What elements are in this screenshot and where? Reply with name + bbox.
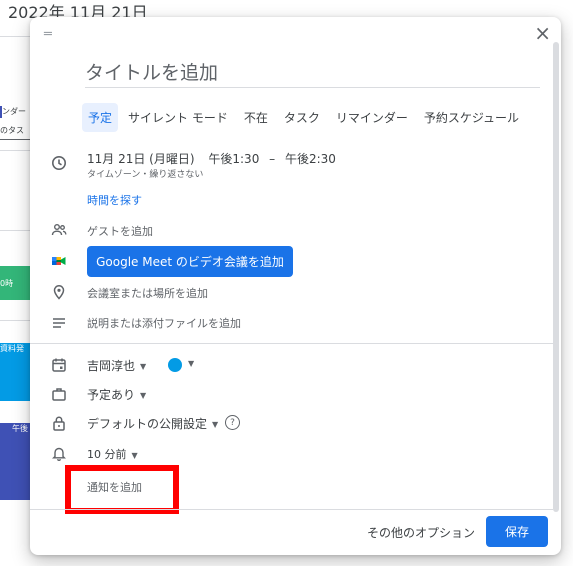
bg-event-indigo[interactable]: 午後 (0, 423, 30, 500)
drag-handle-icon[interactable]: ═ (44, 27, 52, 42)
scrollbar[interactable] (553, 42, 559, 512)
bg-event-blue[interactable]: 資料発 (0, 343, 30, 401)
add-google-meet-button[interactable]: Google Meet のビデオ会議を追加 (87, 246, 293, 277)
calendar-owner-name: 吉岡淳也 (87, 359, 136, 373)
dropdown-arrow-icon: ▼ (140, 391, 147, 400)
tab-appointment-schedule[interactable]: 予約スケジュール (418, 103, 525, 132)
bg-event-task[interactable]: のタス (0, 125, 30, 140)
guests-field[interactable]: ゲストを追加 (87, 223, 153, 239)
event-end-time[interactable]: 午後2:30 (285, 152, 336, 166)
highlight-box (65, 465, 179, 514)
lock-icon (50, 414, 68, 432)
tab-out-of-office[interactable]: 不在 (238, 103, 274, 132)
close-icon[interactable]: × (534, 21, 551, 45)
description-icon (50, 314, 68, 332)
tab-do-not-disturb[interactable]: サイレント モード (122, 103, 234, 132)
calendar-icon (50, 356, 68, 374)
description-field[interactable]: 説明または添付ファイルを追加 (87, 315, 241, 331)
clock-icon (50, 154, 68, 172)
section-divider (30, 343, 553, 344)
footer-divider (30, 509, 553, 510)
calendar-select[interactable]: 吉岡淳也 ▼ (87, 357, 146, 374)
tab-event[interactable]: 予定 (82, 103, 119, 132)
tab-task[interactable]: タスク (278, 103, 326, 132)
event-datetime[interactable]: 11月 21日 (月曜日) 午後1:30 – 午後2:30 (87, 150, 336, 167)
more-options-button[interactable]: その他のオプション (367, 524, 475, 541)
bell-icon (50, 444, 68, 462)
title-input[interactable] (85, 59, 540, 88)
dropdown-arrow-icon: ▼ (212, 420, 219, 429)
availability-select[interactable]: 予定あり ▼ (87, 386, 146, 403)
bg-event-reminder[interactable]: ンダー (0, 106, 32, 118)
visibility-value: デフォルトの公開設定 (87, 417, 208, 431)
dropdown-arrow-icon: ▼ (131, 450, 138, 460)
event-dialog: ═ × 予定 サイレント モード 不在 タスク リマインダー 予約スケジュール … (30, 17, 561, 555)
find-time-link[interactable]: 時間を探す (87, 192, 142, 208)
bg-event-green[interactable]: 0時 (0, 266, 30, 300)
color-dropdown-arrow-icon[interactable]: ▼ (188, 359, 194, 368)
help-icon[interactable]: ? (225, 415, 240, 430)
google-meet-icon (50, 252, 68, 270)
location-icon (50, 283, 68, 301)
briefcase-icon (50, 385, 68, 403)
tab-reminder[interactable]: リマインダー (330, 103, 414, 132)
event-color-select[interactable] (168, 358, 182, 372)
dropdown-arrow-icon: ▼ (140, 362, 147, 371)
timezone-repeat-text[interactable]: タイムゾーン・繰り返さない (87, 167, 203, 180)
save-button[interactable]: 保存 (486, 516, 548, 547)
availability-value: 予定あり (87, 388, 136, 402)
people-icon (50, 221, 68, 239)
notification-select[interactable]: 10 分前 ▼ (87, 446, 138, 462)
visibility-select[interactable]: デフォルトの公開設定 ▼ (87, 415, 218, 432)
event-date[interactable]: 11月 21日 (月曜日) (87, 152, 195, 166)
notification-value: 10 分前 (87, 448, 127, 461)
event-type-tabs: 予定 サイレント モード 不在 タスク リマインダー 予約スケジュール (82, 103, 525, 132)
event-start-time[interactable]: 午後1:30 (208, 152, 259, 166)
location-field[interactable]: 会議室または場所を追加 (87, 285, 208, 301)
time-separator: – (269, 152, 276, 166)
